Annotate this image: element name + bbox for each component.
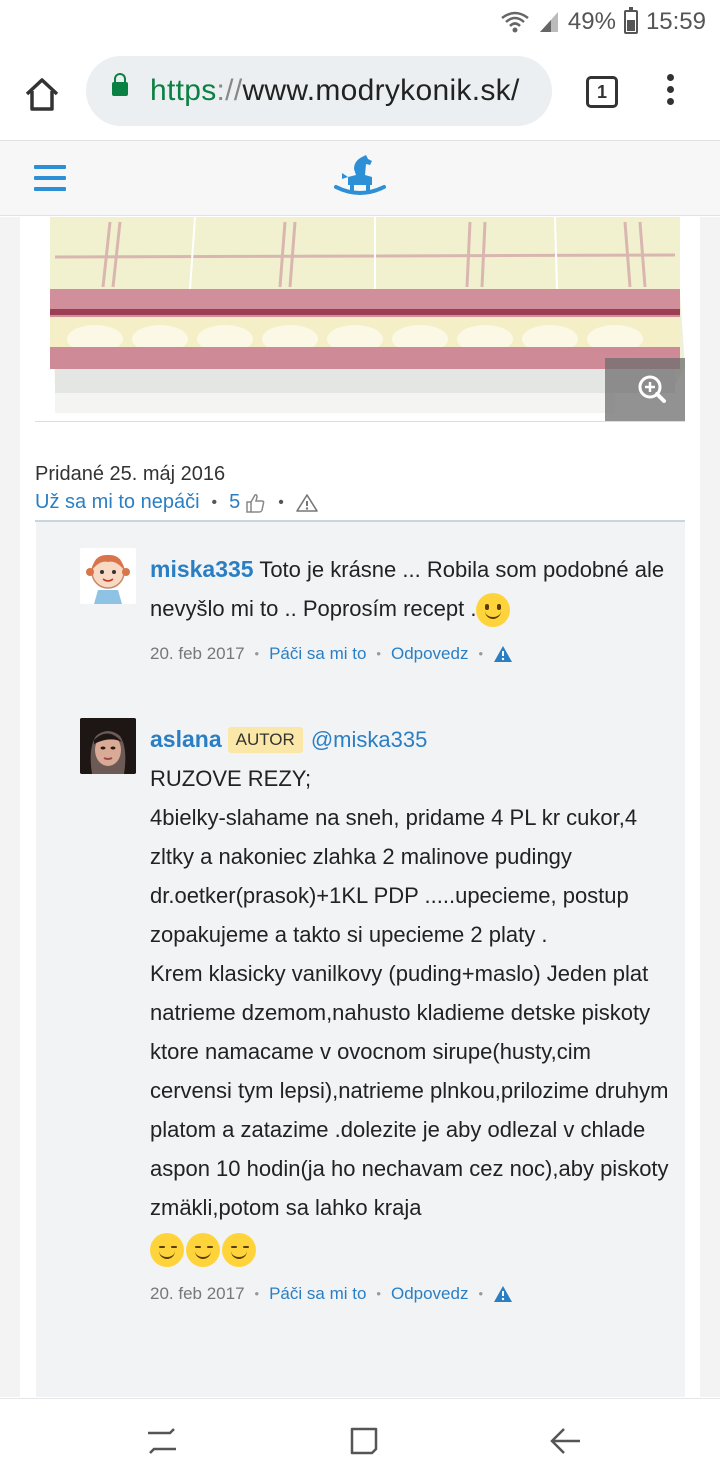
back-arrow-icon[interactable] — [548, 1423, 584, 1459]
status-bar: 49% 15:59 — [0, 0, 720, 44]
browser-toolbar: https://www.modrykonik.sk/ 1 — [0, 44, 720, 140]
emoji-row — [150, 1229, 670, 1268]
home-icon[interactable] — [22, 74, 62, 114]
smirk-emoji-icon — [222, 1233, 256, 1268]
comment-header: aslana AUTOR @miska335 — [150, 720, 670, 759]
avatar[interactable] — [80, 718, 136, 774]
unlike-link[interactable]: Už sa mi to nepáči — [35, 491, 200, 514]
separator-dot: • — [478, 646, 484, 661]
signal-icon — [539, 12, 558, 32]
like-link[interactable]: Páči sa mi to — [269, 634, 366, 673]
zoom-photo-button[interactable] — [605, 358, 685, 421]
comment-date: 20. feb 2017 — [150, 644, 245, 663]
overflow-menu-icon[interactable] — [660, 74, 680, 114]
comment-body: aslana AUTOR @miska335 RUZOVE REZY; 4bielk… — [150, 720, 670, 1313]
tab-switcher-button[interactable]: 1 — [586, 76, 618, 108]
comment-meta: 20. feb 2017 • Páči sa mi to • Odpovedz … — [150, 634, 670, 673]
url-text[interactable]: https://www.modrykonik.sk/ — [150, 74, 520, 108]
photo-divider — [35, 421, 685, 422]
page-content: Pridané 25. máj 2016 Už sa mi to nepáči … — [0, 217, 720, 1397]
comment-username[interactable]: miska335 — [150, 556, 254, 582]
photo-post-card: Pridané 25. máj 2016 Už sa mi to nepáči … — [20, 217, 700, 1397]
separator-dot: • — [376, 646, 381, 661]
reply-link[interactable]: Odpovedz — [391, 634, 469, 673]
comment-username[interactable]: aslana — [150, 726, 222, 752]
comments-section: miska335 Toto je krásne ... Robila som p… — [36, 522, 685, 1397]
comment-line: Krem klasicky vanilkovy (puding+maslo) J… — [150, 954, 670, 1268]
comment-body: miska335 Toto je krásne ... Robila som p… — [150, 550, 670, 673]
separator-dot: • — [254, 1286, 260, 1301]
recent-apps-icon[interactable] — [144, 1423, 180, 1459]
author-badge: AUTOR — [227, 727, 303, 753]
smirk-emoji-icon — [150, 1233, 184, 1268]
thumbs-up-icon[interactable] — [244, 492, 266, 514]
separator-dot: • — [478, 1286, 484, 1301]
comment-line: 4bielky-slahame na sneh, pridame 4 PL kr… — [150, 805, 638, 947]
like-count[interactable]: 5 — [229, 491, 240, 514]
separator-dot: • — [278, 493, 284, 511]
comment-meta: 20. feb 2017 • Páči sa mi to • Odpovedz … — [150, 1274, 670, 1313]
post-date: Pridané 25. máj 2016 — [35, 463, 226, 485]
separator-dot: • — [254, 646, 260, 661]
wifi-icon — [501, 11, 529, 33]
smirk-emoji-icon — [186, 1233, 220, 1268]
post-actions: Už sa mi to nepáči • 5 • — [35, 491, 318, 514]
cake-photo[interactable] — [35, 217, 685, 421]
separator-dot: • — [376, 1286, 381, 1301]
report-warning-icon[interactable] — [493, 1285, 513, 1303]
comment-text: miska335 Toto je krásne ... Robila som p… — [150, 550, 670, 628]
status-indicators: 49% 15:59 — [500, 7, 706, 36]
address-bar[interactable]: https://www.modrykonik.sk/ — [86, 56, 552, 126]
clock: 15:59 — [645, 8, 706, 35]
battery-percent: 49% — [567, 8, 616, 35]
smiley-emoji-icon — [476, 593, 511, 628]
avatar[interactable] — [80, 548, 136, 604]
user-photo-avatar — [80, 718, 136, 774]
lock-icon — [112, 73, 128, 96]
like-link[interactable]: Páči sa mi to — [269, 1274, 366, 1313]
comment-date: 20. feb 2017 — [150, 1284, 245, 1303]
hamburger-menu-icon[interactable] — [34, 165, 66, 193]
home-button-icon[interactable] — [346, 1423, 382, 1459]
reply-link[interactable]: Odpovedz — [391, 1274, 469, 1313]
rocking-horse-logo-icon[interactable] — [332, 153, 388, 201]
report-warning-icon[interactable] — [296, 493, 318, 513]
battery-icon — [623, 7, 638, 34]
report-warning-icon[interactable] — [493, 645, 513, 663]
mention-link[interactable]: @miska335 — [311, 727, 428, 752]
system-navigation-bar — [0, 1398, 720, 1480]
zoom-in-icon — [638, 375, 666, 403]
separator-dot: • — [211, 493, 218, 511]
site-header — [0, 140, 720, 216]
cake-image — [35, 217, 685, 421]
cartoon-girl-avatar-icon — [80, 548, 136, 604]
comment-line: RUZOVE REZY; — [150, 766, 312, 791]
